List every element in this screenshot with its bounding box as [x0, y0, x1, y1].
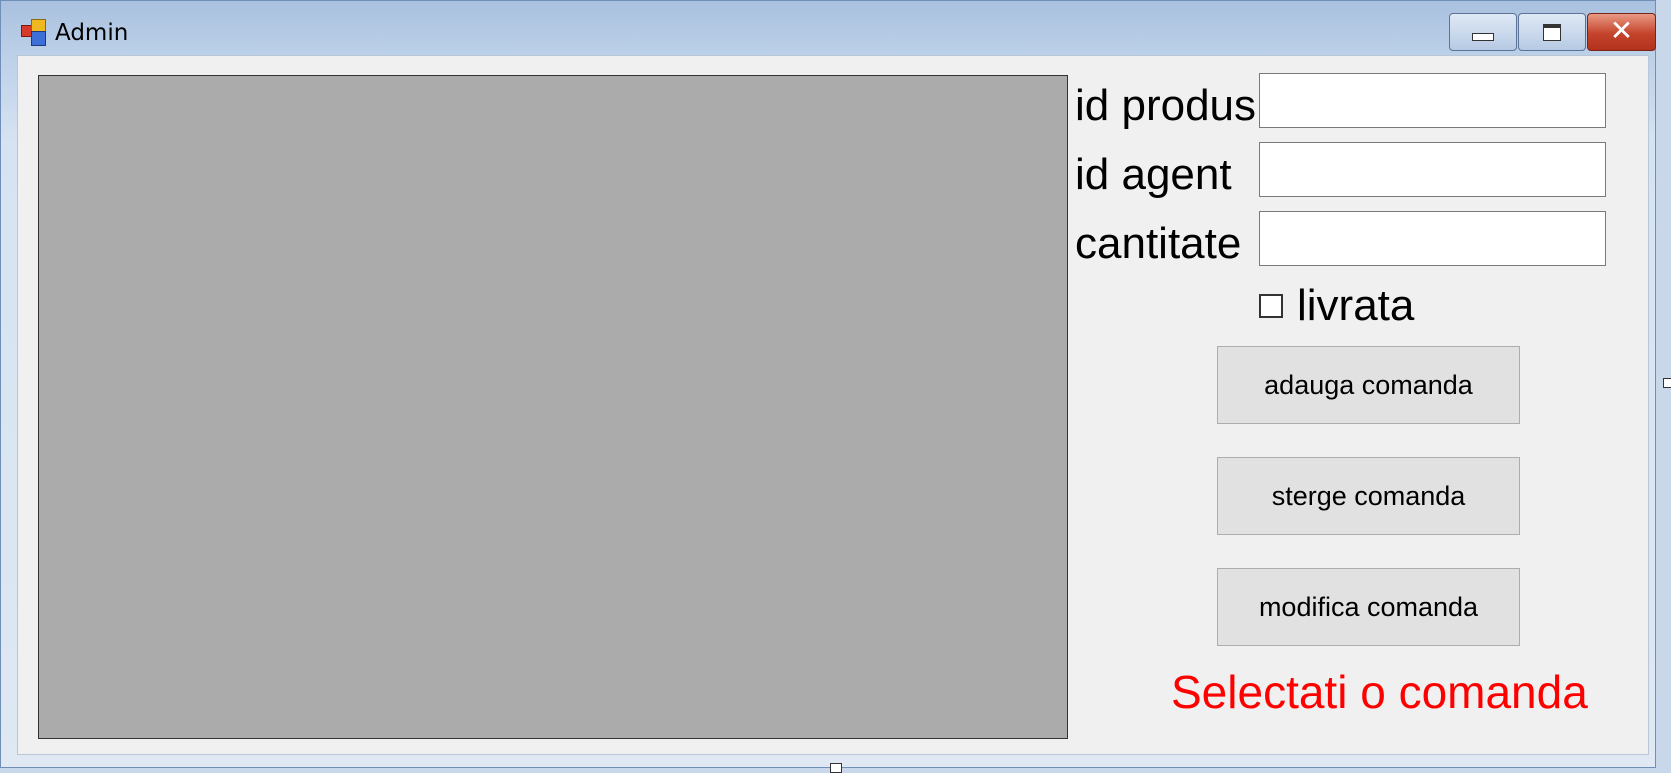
livrata-checkbox[interactable]: [1259, 294, 1283, 318]
delete-order-button[interactable]: sterge comanda: [1217, 457, 1520, 535]
id-agent-input[interactable]: [1259, 142, 1606, 197]
maximize-icon: [1543, 23, 1561, 41]
status-message: Selectati o comanda: [1171, 666, 1588, 718]
minimize-button[interactable]: [1449, 13, 1517, 51]
add-order-button[interactable]: adauga comanda: [1217, 346, 1520, 424]
orders-data-grid[interactable]: [38, 75, 1068, 739]
id-agent-label: id agent: [1075, 150, 1232, 199]
close-button[interactable]: ✕: [1587, 13, 1656, 51]
cantitate-label: cantitate: [1075, 219, 1242, 268]
window-title: Admin: [55, 20, 129, 46]
modify-order-button[interactable]: modifica comanda: [1217, 568, 1520, 646]
resize-handle-bottom[interactable]: [830, 763, 842, 773]
app-icon: [21, 19, 47, 46]
maximize-button[interactable]: [1518, 13, 1586, 51]
livrata-label: livrata: [1297, 281, 1415, 330]
minimize-icon: [1472, 33, 1494, 41]
id-produs-input[interactable]: [1259, 73, 1606, 128]
cantitate-input[interactable]: [1259, 211, 1606, 266]
close-icon: ✕: [1609, 14, 1634, 47]
id-produs-label: id produs: [1075, 81, 1257, 130]
livrata-checkbox-row[interactable]: livrata: [1259, 281, 1415, 330]
title-bar[interactable]: Admin ✕: [1, 1, 1656, 55]
resize-handle-right[interactable]: [1663, 378, 1671, 388]
